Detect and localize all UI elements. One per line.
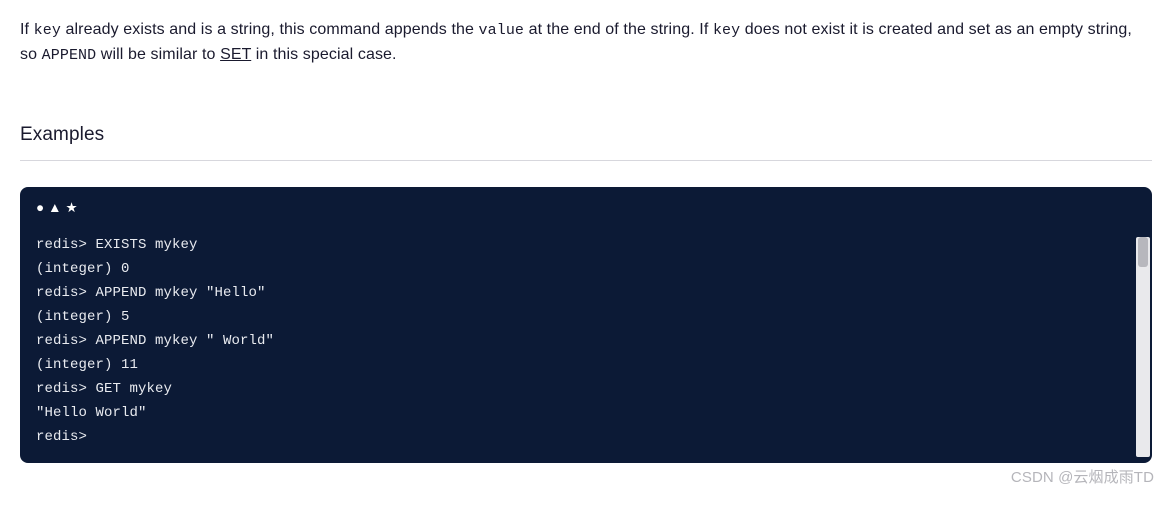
inline-code-key: key bbox=[34, 22, 61, 39]
text-fragment: already exists and is a string, this com… bbox=[61, 21, 479, 38]
text-fragment: at the end of the string. If bbox=[524, 21, 713, 38]
text-fragment: If bbox=[20, 21, 34, 38]
cli-body[interactable]: redis> EXISTS mykey (integer) 0 redis> A… bbox=[20, 223, 1152, 460]
scrollbar-track[interactable] bbox=[1136, 237, 1150, 458]
cli-example-block: ●▲★ redis> EXISTS mykey (integer) 0 redi… bbox=[20, 187, 1152, 464]
cli-header: ●▲★ bbox=[20, 187, 1152, 223]
set-command-link[interactable]: SET bbox=[220, 46, 251, 63]
scrollbar-thumb[interactable] bbox=[1138, 237, 1148, 267]
inline-code-value: value bbox=[479, 22, 525, 39]
cli-header-icons[interactable]: ●▲★ bbox=[36, 200, 82, 215]
inline-code-append: APPEND bbox=[42, 47, 97, 64]
examples-heading: Examples bbox=[20, 124, 1152, 161]
text-fragment: will be similar to bbox=[96, 46, 220, 63]
watermark-text: CSDN @云烟成雨TD bbox=[1011, 466, 1154, 487]
description-paragraph: If key already exists and is a string, t… bbox=[20, 18, 1152, 68]
inline-code-key: key bbox=[713, 22, 740, 39]
text-fragment: in this special case. bbox=[251, 46, 396, 63]
